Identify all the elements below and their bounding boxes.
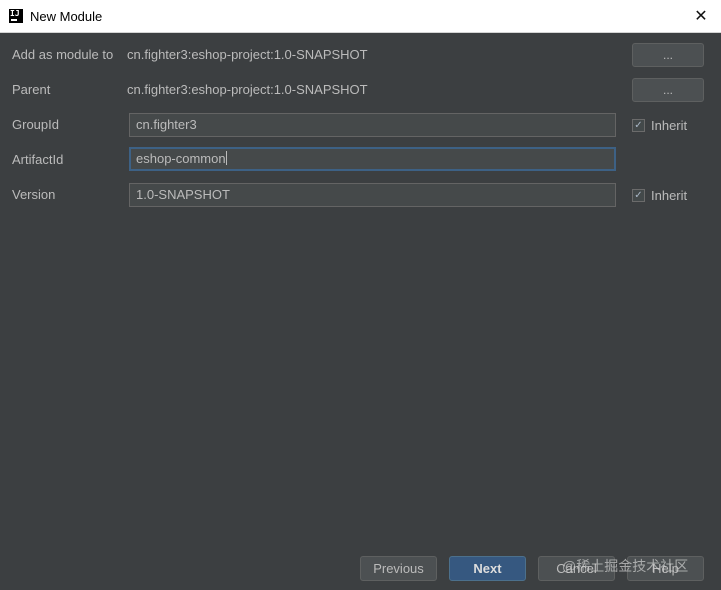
version-inherit-checkbox[interactable]: ✓ Inherit: [632, 188, 687, 203]
group-id-label: GroupId: [12, 117, 59, 132]
version-inherit-label: Inherit: [651, 188, 688, 203]
version-label: Version: [12, 187, 56, 202]
group-id-field[interactable]: cn.fighter3: [129, 113, 616, 137]
add-as-module-label: Add as module to: [12, 47, 114, 62]
next-button[interactable]: Next: [449, 556, 526, 581]
artifact-id-field[interactable]: eshop-common: [129, 147, 616, 171]
artifact-id-value: eshop-common: [136, 151, 226, 166]
intellij-app-icon: IJ: [9, 9, 23, 23]
checkbox-checked-icon: ✓: [632, 189, 645, 202]
parent-browse-button[interactable]: ...: [632, 78, 704, 102]
group-id-inherit-label: Inherit: [651, 118, 688, 133]
close-button[interactable]: ✕: [681, 0, 721, 32]
version-field[interactable]: 1.0-SNAPSHOT: [129, 183, 616, 207]
checkbox-checked-icon: ✓: [632, 119, 645, 132]
add-as-module-value: cn.fighter3:eshop-project:1.0-SNAPSHOT: [127, 47, 368, 62]
watermark: @稀土掘金技术社区: [562, 558, 689, 574]
close-icon: ✕: [694, 8, 708, 25]
parent-value: cn.fighter3:eshop-project:1.0-SNAPSHOT: [127, 82, 368, 97]
window-title: New Module: [30, 9, 103, 24]
previous-button[interactable]: Previous: [360, 556, 437, 581]
group-id-inherit-checkbox[interactable]: ✓ Inherit: [632, 118, 687, 133]
title-bar: IJ New Module ✕: [0, 0, 721, 33]
add-as-module-browse-button[interactable]: ...: [632, 43, 704, 67]
text-caret: [225, 151, 227, 165]
parent-label: Parent: [12, 82, 51, 97]
artifact-id-label: ArtifactId: [12, 152, 64, 167]
